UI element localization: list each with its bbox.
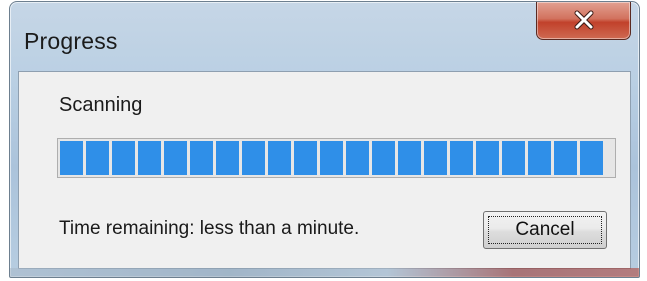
- progress-bar-fill: [60, 141, 603, 175]
- progress-segment: [476, 141, 499, 175]
- progress-segment: [268, 141, 291, 175]
- progress-segment: [372, 141, 395, 175]
- progress-segment: [60, 141, 83, 175]
- progress-segment: [164, 141, 187, 175]
- progress-segment: [138, 141, 161, 175]
- time-remaining-label: Time remaining: less than a minute.: [59, 218, 360, 239]
- window-bottom-edge: [10, 268, 639, 277]
- close-button[interactable]: [536, 2, 631, 40]
- progress-segment: [554, 141, 577, 175]
- cancel-button[interactable]: Cancel: [483, 211, 607, 249]
- progress-segment: [424, 141, 447, 175]
- progress-dialog: Progress Scanning Time remaining: less t…: [9, 1, 640, 278]
- progress-segment: [580, 141, 603, 175]
- progress-segment: [112, 141, 135, 175]
- progress-segment: [450, 141, 473, 175]
- cancel-button-label: Cancel: [488, 216, 602, 244]
- progress-segment: [320, 141, 343, 175]
- progress-segment: [398, 141, 421, 175]
- status-label: Scanning: [59, 94, 143, 116]
- close-icon: [574, 10, 594, 30]
- title-bar[interactable]: Progress: [10, 2, 639, 76]
- progress-segment: [86, 141, 109, 175]
- progress-segment: [528, 141, 551, 175]
- window-title: Progress: [24, 28, 118, 54]
- dialog-body: Scanning Time remaining: less than a min…: [18, 71, 631, 269]
- progress-segment: [190, 141, 213, 175]
- progress-segment: [242, 141, 265, 175]
- progress-segment: [502, 141, 525, 175]
- progress-segment: [294, 141, 317, 175]
- progress-segment: [346, 141, 369, 175]
- progress-bar: [57, 138, 616, 178]
- progress-segment: [216, 141, 239, 175]
